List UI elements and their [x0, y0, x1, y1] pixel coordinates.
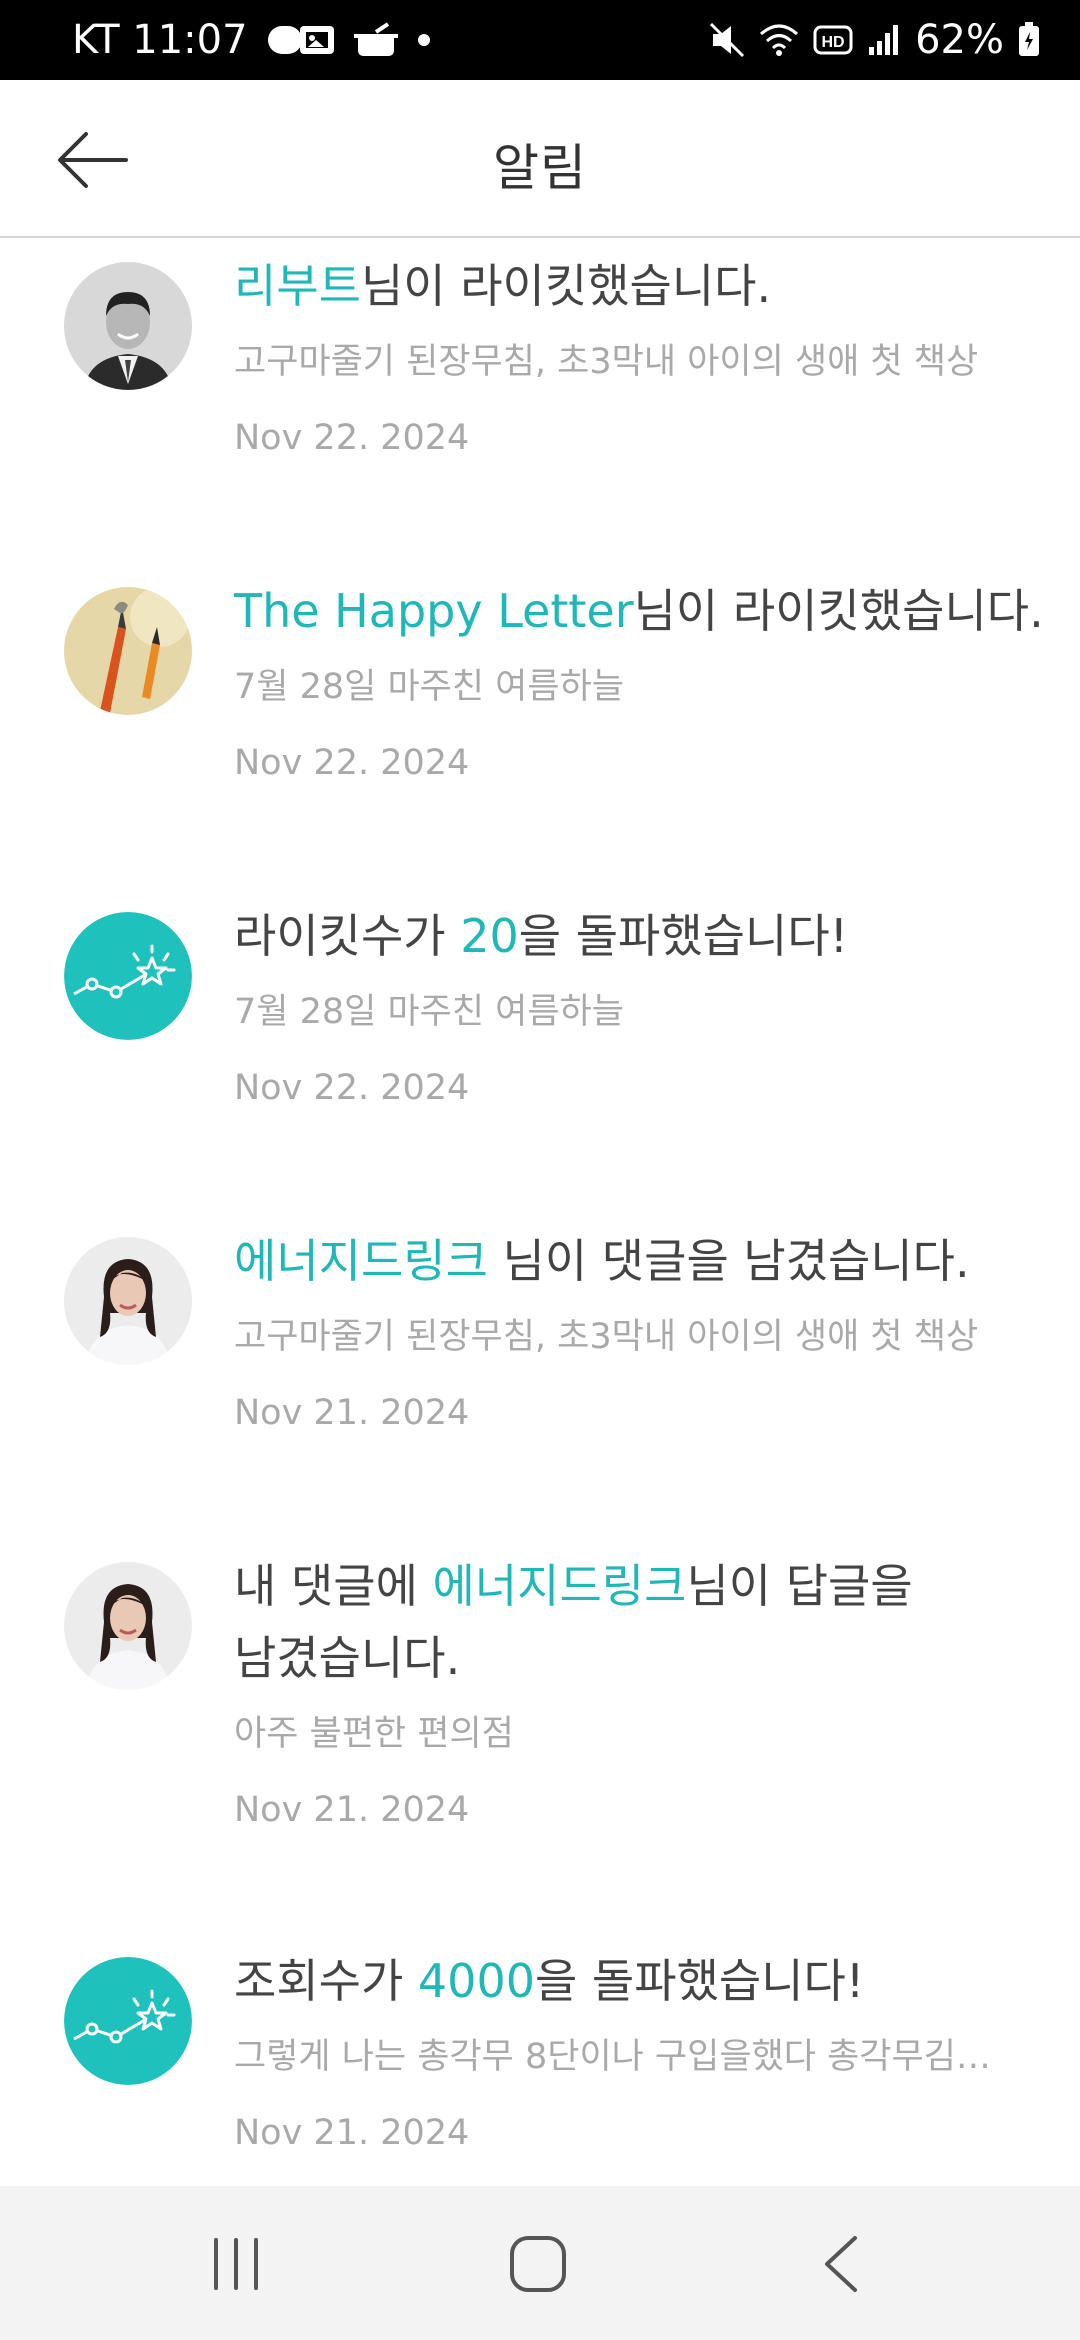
woman-photo-icon	[64, 1237, 192, 1365]
message-text: 조회수가	[234, 1954, 418, 2008]
message-text: 을 돌파했습니다!	[518, 909, 849, 963]
message-text: 내 댓글에	[234, 1559, 433, 1613]
notification-item[interactable]: 에너지드링크 님이 댓글을 남겼습니다. 고구마줄기 된장무침, 초3막내 아이…	[0, 1215, 1080, 1535]
message-text: 님이 라이킷했습니다.	[360, 259, 772, 313]
message-text: 라이킷수가	[234, 909, 461, 963]
notification-date: Nov 21. 2024	[234, 1393, 470, 1433]
carrier-time: KT 11:07	[72, 17, 248, 63]
avatar	[64, 1562, 192, 1690]
notification-message: 에너지드링크 님이 댓글을 남겼습니다.	[234, 1225, 1040, 1297]
notification-item[interactable]: 리부트님이 라이킷했습니다. 고구마줄기 된장무침, 초3막내 아이의 생애 첫…	[0, 240, 1080, 560]
avatar	[64, 587, 192, 715]
status-right: HD 62%	[709, 0, 1040, 80]
notification-message: 라이킷수가 20을 돌파했습니다!	[234, 900, 1040, 972]
battery-percent: 62%	[915, 17, 1004, 63]
notification-item[interactable]: 라이킷수가 20을 돌파했습니다! 7월 28일 마주친 여름하늘 Nov 22…	[0, 890, 1080, 1210]
notification-date: Nov 22. 2024	[234, 1068, 470, 1108]
message-text: 님이 라이킷했습니다.	[633, 584, 1044, 638]
notification-subtitle: 고구마줄기 된장무침, 초3막내 아이의 생애 첫 책상	[234, 1317, 979, 1357]
notification-content: 리부트님이 라이킷했습니다. 고구마줄기 된장무침, 초3막내 아이의 생애 첫…	[234, 250, 1040, 466]
milestone-icon	[64, 912, 192, 1040]
notification-item[interactable]: The Happy Letter님이 라이킷했습니다. 7월 28일 마주친 여…	[0, 565, 1080, 885]
mute-icon	[709, 22, 745, 58]
notification-date: Nov 22. 2024	[234, 418, 470, 458]
avatar	[64, 1237, 192, 1365]
notification-subtitle: 7월 28일 마주친 여름하늘	[234, 667, 624, 707]
notification-date: Nov 21. 2024	[234, 2113, 470, 2153]
highlight-name[interactable]: 에너지드링크	[234, 1234, 488, 1288]
nav-back-button[interactable]	[780, 2216, 900, 2312]
highlight-name[interactable]: 에너지드링크	[433, 1559, 687, 1613]
notification-subtitle: 그렇게 나는 총각무 8단이나 구입을했다 총각무김…	[234, 2037, 991, 2077]
notification-content: 에너지드링크 님이 댓글을 남겼습니다. 고구마줄기 된장무침, 초3막내 아이…	[234, 1225, 1040, 1441]
highlight-name[interactable]: The Happy Letter	[234, 584, 634, 638]
pencil-photo-icon	[64, 587, 192, 715]
notification-content: The Happy Letter님이 라이킷했습니다. 7월 28일 마주친 여…	[234, 575, 1044, 791]
notification-content: 라이킷수가 20을 돌파했습니다! 7월 28일 마주친 여름하늘 Nov 22…	[234, 900, 1040, 1116]
app-header: 알림	[0, 80, 1080, 238]
pot-icon	[353, 20, 398, 60]
notification-subtitle: 고구마줄기 된장무침, 초3막내 아이의 생애 첫 책상	[234, 342, 979, 382]
status-left: KT 11:07	[72, 0, 432, 80]
recents-icon	[214, 2238, 258, 2290]
status-bar: KT 11:07 HD 62%	[0, 0, 1080, 80]
highlight-count: 20	[460, 909, 519, 963]
avatar	[64, 1957, 192, 2085]
avatar	[64, 262, 192, 390]
highlight-count: 4000	[417, 1954, 535, 2008]
notification-message: 리부트님이 라이킷했습니다.	[234, 250, 1040, 322]
avatar	[64, 912, 192, 1040]
recents-button[interactable]	[176, 2216, 296, 2312]
notification-subtitle: 아주 불편한 편의점	[234, 1714, 514, 1754]
notification-content: 조회수가 4000을 돌파했습니다! 그렇게 나는 총각무 8단이나 구입을했다…	[234, 1945, 1040, 2161]
highlight-name[interactable]: 리부트	[234, 259, 361, 313]
woman-photo-icon	[64, 1562, 192, 1690]
home-icon	[510, 2236, 566, 2292]
person-photo-icon	[64, 262, 192, 390]
notification-date: Nov 21. 2024	[234, 1790, 470, 1830]
page-title: 알림	[493, 139, 587, 197]
wifi-icon	[759, 22, 799, 58]
hd-icon: HD	[813, 23, 853, 57]
message-text: 을 돌파했습니다!	[534, 1954, 865, 2008]
svg-text:HD: HD	[822, 34, 845, 51]
notification-message: The Happy Letter님이 라이킷했습니다.	[234, 575, 1044, 647]
home-button[interactable]	[478, 2216, 598, 2312]
pill-icon	[266, 20, 336, 60]
signal-icon	[867, 23, 901, 57]
battery-icon	[1018, 22, 1040, 58]
milestone-icon	[64, 1957, 192, 2085]
message-text: 님이 댓글을 남겼습니다.	[487, 1234, 970, 1288]
notification-subtitle: 7월 28일 마주친 여름하늘	[234, 992, 624, 1032]
system-nav-bar	[0, 2186, 1080, 2340]
notification-content: 내 댓글에 에너지드링크님이 답글을 남겼습니다. 아주 불편한 편의점 Nov…	[234, 1550, 954, 1838]
dot-icon	[416, 32, 432, 48]
notification-message: 내 댓글에 에너지드링크님이 답글을 남겼습니다.	[234, 1550, 954, 1694]
notification-item[interactable]: 내 댓글에 에너지드링크님이 답글을 남겼습니다. 아주 불편한 편의점 Nov…	[0, 1540, 1080, 1930]
notification-item[interactable]: 조회수가 4000을 돌파했습니다! 그렇게 나는 총각무 8단이나 구입을했다…	[0, 1935, 1080, 2185]
back-chevron-icon	[825, 2236, 857, 2292]
notification-date: Nov 22. 2024	[234, 743, 470, 783]
notification-message: 조회수가 4000을 돌파했습니다!	[234, 1945, 1040, 2017]
